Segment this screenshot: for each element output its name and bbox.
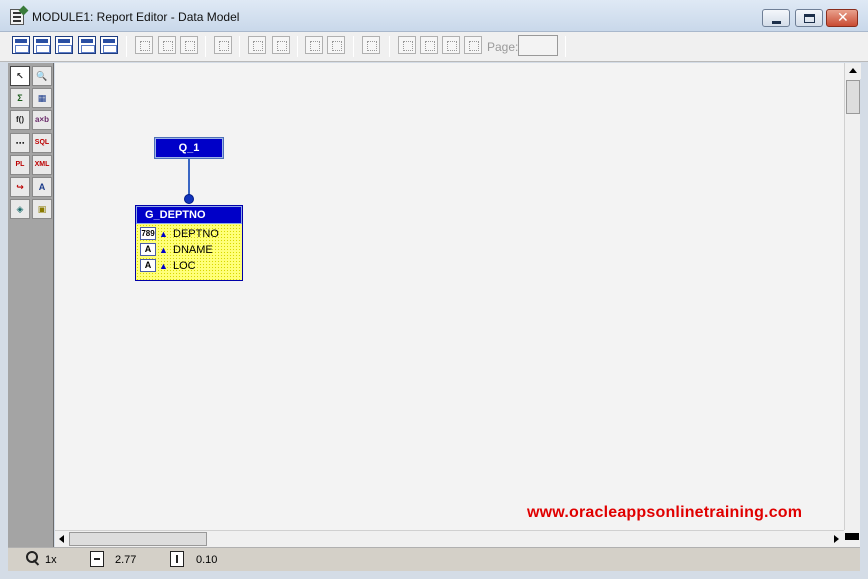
select-tool[interactable]: ↖: [10, 66, 30, 86]
toolbar-separator: [565, 36, 566, 57]
toolbar-separator: [389, 36, 390, 57]
web-source-view-button[interactable]: [33, 36, 51, 54]
sql-query-tool[interactable]: SQL: [32, 133, 52, 153]
plsql-tool[interactable]: PL: [10, 155, 30, 175]
parameter-form-view-button[interactable]: [100, 36, 118, 54]
bring-to-front-button[interactable]: [214, 36, 232, 54]
column-deptno[interactable]: 789 ▲ DEPTNO: [140, 226, 240, 242]
tool-palette: ↖ 🔍 Σ ▦ f() a×b ⋯ SQL PL XML ↪ A ◈ ▣: [8, 63, 54, 547]
paper-design-view-button[interactable]: [78, 36, 96, 54]
magnify-icon: [26, 551, 40, 567]
minimize-button[interactable]: [762, 9, 790, 27]
align-middle-button[interactable]: [158, 36, 176, 54]
group-columns: 789 ▲ DEPTNO A ▲ DNAME A ▲ LOC: [136, 224, 242, 280]
close-button[interactable]: ✕: [826, 9, 858, 27]
number-type-icon: 789: [140, 227, 156, 240]
column-name: DNAME: [173, 244, 213, 256]
page-label: Page:: [487, 40, 519, 54]
vertical-scroll-thumb[interactable]: [846, 80, 860, 114]
align-top-button[interactable]: [135, 36, 153, 54]
summary-column-tool[interactable]: Σ: [10, 88, 30, 108]
data-model-view-button[interactable]: [12, 36, 30, 54]
toolbar-separator: [297, 36, 298, 57]
minimize-icon: [772, 21, 781, 24]
query-object[interactable]: Q_1: [154, 137, 224, 159]
data-model-canvas[interactable]: Q_1 G_DEPTNO 789 ▲ DEPTNO A ▲ DNAME A ▲ …: [55, 63, 844, 530]
column-name: DEPTNO: [173, 228, 219, 240]
previous-page-button[interactable]: [420, 36, 438, 54]
last-page-button[interactable]: [464, 36, 482, 54]
toolbar-separator: [239, 36, 240, 57]
arrow-right-icon: [834, 535, 839, 543]
cross-product-tool[interactable]: ▦: [32, 88, 52, 108]
column-loc[interactable]: A ▲ LOC: [140, 258, 240, 274]
break-arrow-icon: ▲: [159, 261, 168, 271]
data-link-tool[interactable]: ↪: [10, 177, 30, 197]
maximize-icon: [804, 14, 815, 23]
break-arrow-icon: ▲: [159, 245, 168, 255]
align-bottom-button[interactable]: [180, 36, 198, 54]
xml-query-tool[interactable]: XML: [32, 155, 52, 175]
group-object[interactable]: G_DEPTNO 789 ▲ DEPTNO A ▲ DNAME A ▲ LOC: [135, 205, 243, 281]
first-page-button[interactable]: [398, 36, 416, 54]
scroll-corner: [844, 530, 860, 547]
toolbar: Page:: [0, 32, 868, 62]
text-query-tool[interactable]: A: [32, 177, 52, 197]
arrow-left-icon: [59, 535, 64, 543]
group-button[interactable]: [248, 36, 266, 54]
column-dname[interactable]: A ▲ DNAME: [140, 242, 240, 258]
ref-cursor-query-tool[interactable]: ⋯: [10, 133, 30, 153]
scroll-right-button[interactable]: [828, 531, 844, 547]
frame-select-button[interactable]: [362, 36, 380, 54]
maximize-button[interactable]: [795, 9, 823, 27]
report-editor-icon: [10, 9, 24, 25]
title-bar: MODULE1: Report Editor - Data Model ✕: [0, 0, 868, 32]
next-page-button[interactable]: [442, 36, 460, 54]
link-handle[interactable]: [184, 194, 194, 204]
formula-column-tool[interactable]: f(): [10, 110, 30, 130]
character-type-icon: A: [140, 243, 156, 256]
scroll-up-button[interactable]: [845, 63, 861, 79]
horizontal-position-icon: [90, 551, 104, 567]
jdbc-query-tool[interactable]: ◈: [10, 199, 30, 219]
group-title[interactable]: G_DEPTNO: [136, 206, 242, 224]
page-number-input[interactable]: [518, 35, 558, 56]
ungroup-button[interactable]: [272, 36, 290, 54]
column-name: LOC: [173, 260, 196, 272]
same-size-button[interactable]: [305, 36, 323, 54]
break-arrow-icon: ▲: [159, 229, 168, 239]
vertical-scrollbar[interactable]: [844, 63, 861, 530]
window-title: MODULE1: Report Editor - Data Model: [32, 10, 240, 24]
character-type-icon: A: [140, 259, 156, 272]
arrow-up-icon: [849, 68, 857, 73]
distribute-button[interactable]: [327, 36, 345, 54]
placeholder-column-tool[interactable]: a×b: [32, 110, 52, 130]
horizontal-scrollbar[interactable]: [55, 530, 844, 547]
horizontal-position: 2.77: [115, 554, 137, 566]
zoom-level: 1x: [45, 554, 57, 566]
toolbar-separator: [205, 36, 206, 57]
vertical-position-icon: [170, 551, 184, 567]
toolbar-separator: [126, 36, 127, 57]
query-group-link[interactable]: [188, 159, 190, 195]
magnify-tool[interactable]: 🔍: [32, 66, 52, 86]
close-icon: ✕: [837, 9, 849, 25]
toolbar-separator: [353, 36, 354, 57]
watermark-text: www.oracleappsonlinetraining.com: [527, 504, 803, 521]
horizontal-scroll-thumb[interactable]: [69, 532, 207, 546]
vertical-position: 0.10: [196, 554, 218, 566]
status-bar: 1x 2.77 0.10: [8, 547, 860, 571]
express-query-tool[interactable]: ▣: [32, 199, 52, 219]
paper-layout-view-button[interactable]: [55, 36, 73, 54]
